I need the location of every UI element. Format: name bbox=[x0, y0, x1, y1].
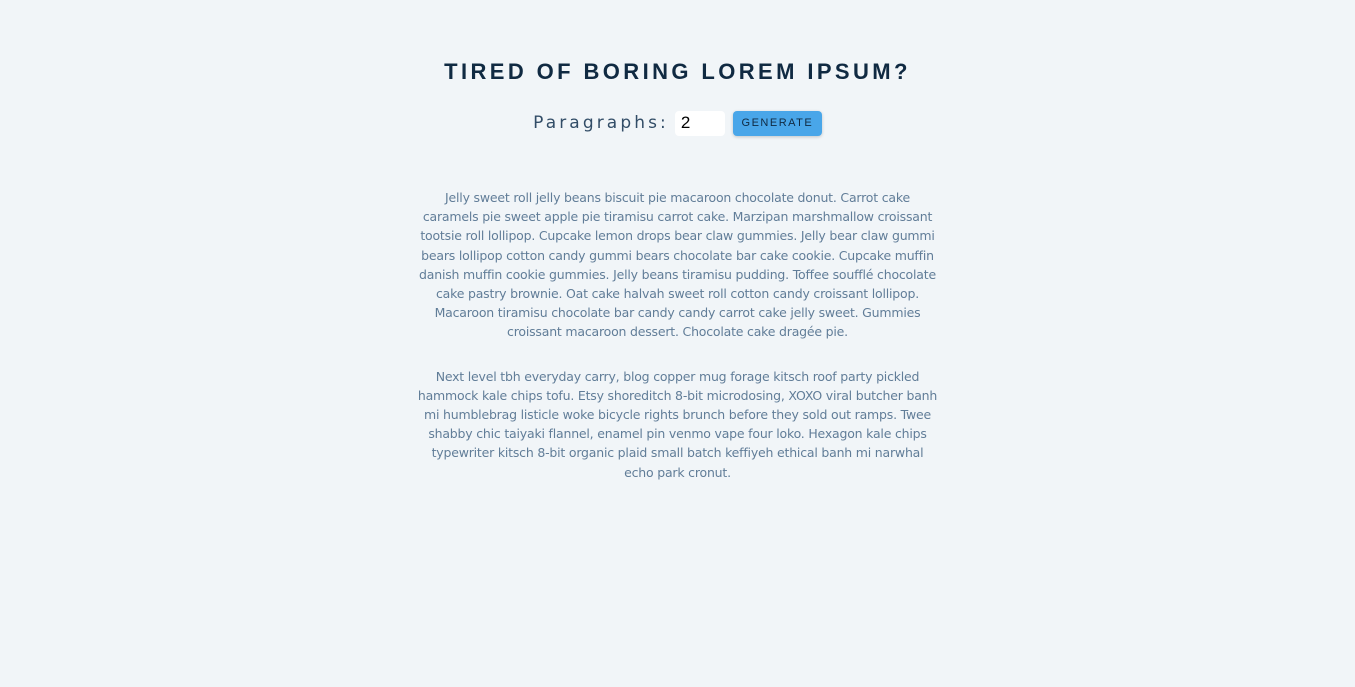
lorem-paragraph: Next level tbh everyday carry, blog copp… bbox=[417, 368, 938, 480]
lorem-text: Jelly sweet roll jelly beans biscuit pie… bbox=[418, 188, 938, 482]
page-title: TIRED OF BORING LOREM IPSUM? bbox=[444, 59, 911, 84]
paragraph-amount-input[interactable] bbox=[674, 110, 725, 136]
generate-button[interactable]: Generate bbox=[732, 110, 822, 136]
paragraph-form: Paragraphs: Generate bbox=[418, 110, 938, 136]
paragraphs-label: Paragraphs: bbox=[533, 113, 669, 133]
lorem-paragraph: Jelly sweet roll jelly beans biscuit pie… bbox=[419, 190, 936, 340]
page: TIRED OF BORING LOREM IPSUM? Paragraphs:… bbox=[0, 0, 1355, 687]
lorem-section: TIRED OF BORING LOREM IPSUM? Paragraphs:… bbox=[418, 0, 938, 482]
